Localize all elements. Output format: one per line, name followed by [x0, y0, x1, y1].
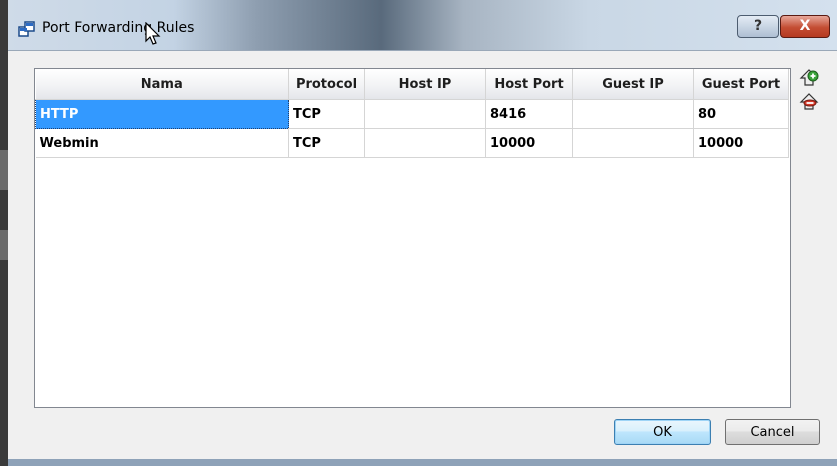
port-forwarding-dialog: Port Forwarding Rules ? X Nama Protocol … — [8, 0, 837, 466]
table-row[interactable]: HTTP TCP 8416 80 — [35, 99, 789, 129]
column-header-protocol[interactable]: Protocol — [288, 69, 365, 100]
cell-guest-ip[interactable] — [572, 128, 694, 158]
cell-protocol[interactable]: TCP — [288, 128, 365, 158]
remove-rule-icon[interactable] — [799, 92, 819, 112]
window-title: Port Forwarding Rules — [42, 20, 195, 36]
cell-guest-ip[interactable] — [572, 99, 694, 129]
cell-host-ip[interactable] — [364, 99, 486, 129]
window-frame-bottom — [8, 459, 837, 466]
table-header-row: Nama Protocol Host IP Host Port Guest IP… — [35, 69, 789, 100]
column-header-guest-port[interactable]: Guest Port — [693, 69, 789, 100]
cell-name[interactable]: HTTP — [35, 99, 289, 129]
title-bar[interactable]: Port Forwarding Rules ? X — [8, 0, 837, 50]
port-forwarding-icon — [18, 21, 35, 37]
cell-guest-port[interactable]: 10000 — [693, 128, 789, 158]
column-header-host-port[interactable]: Host Port — [485, 69, 573, 100]
cell-protocol[interactable]: TCP — [288, 99, 365, 129]
cell-host-port[interactable]: 8416 — [485, 99, 573, 129]
column-header-guest-ip[interactable]: Guest IP — [572, 69, 694, 100]
dialog-body: Nama Protocol Host IP Host Port Guest IP… — [8, 50, 837, 460]
add-rule-icon[interactable] — [799, 68, 819, 88]
table-row[interactable]: Webmin TCP 10000 10000 — [35, 128, 789, 158]
column-header-host-ip[interactable]: Host IP — [364, 69, 486, 100]
help-button[interactable]: ? — [737, 15, 779, 38]
ok-button[interactable]: OK — [614, 419, 711, 445]
close-button[interactable]: X — [780, 15, 830, 38]
cell-host-port[interactable]: 10000 — [485, 128, 573, 158]
column-header-name[interactable]: Nama — [35, 69, 289, 100]
cell-name[interactable]: Webmin — [35, 128, 289, 158]
cell-host-ip[interactable] — [364, 128, 486, 158]
mouse-cursor-icon — [145, 22, 161, 45]
cell-guest-port[interactable]: 80 — [693, 99, 789, 129]
rules-table: Nama Protocol Host IP Host Port Guest IP… — [34, 68, 791, 408]
cancel-button[interactable]: Cancel — [725, 419, 820, 445]
